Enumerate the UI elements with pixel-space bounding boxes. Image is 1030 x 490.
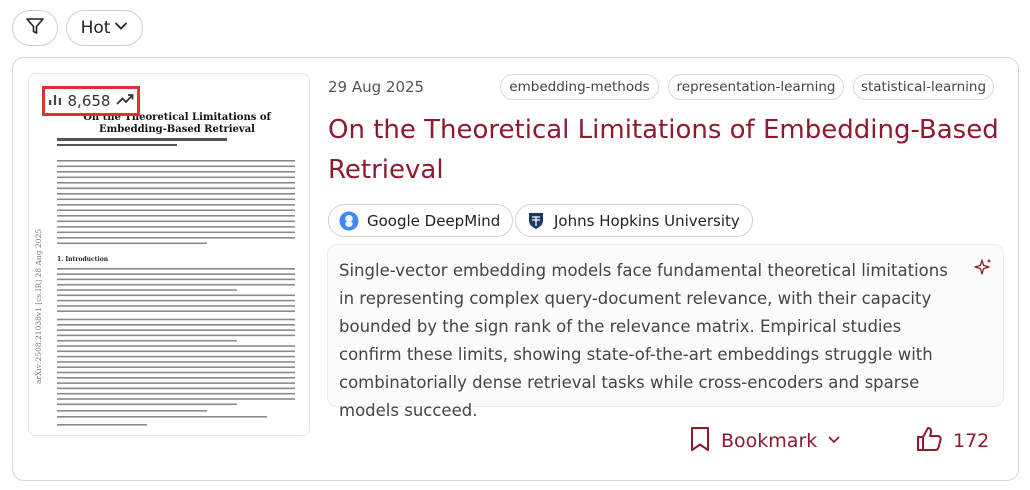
thumb-text-line: [57, 318, 295, 321]
sparkle-icon: [973, 257, 993, 286]
jhu-logo-icon: [526, 211, 546, 231]
thumb-text-line: [57, 198, 295, 201]
org-name: Google DeepMind: [367, 211, 501, 230]
thumb-text-line: [57, 165, 295, 168]
thumb-text-line: [57, 273, 295, 275]
thumb-text-line: [57, 324, 295, 326]
bookmark-button[interactable]: Bookmark: [689, 424, 841, 458]
thumb-text-line: [57, 345, 295, 347]
paper-preview-image: On the Theoretical Limitations of Embedd…: [29, 74, 309, 435]
thumb-text-line: [57, 392, 295, 395]
thumb-text-line: [57, 226, 295, 228]
thumb-text-line: [57, 377, 295, 379]
filter-button[interactable]: [12, 10, 58, 46]
filter-icon: [25, 16, 45, 40]
ai-summary: Single-vector embedding models face fund…: [327, 244, 1004, 420]
thumb-title-2: Embedding-Based Retrieval: [99, 124, 255, 135]
thumb-text-line: [57, 366, 295, 368]
thumb-text-line: [57, 171, 295, 173]
chevron-down-icon: [114, 18, 128, 38]
sort-label: Hot: [80, 18, 111, 38]
thumb-text-line: [57, 424, 147, 426]
thumb-text-line: [57, 268, 295, 270]
thumb-text-line: [57, 187, 295, 190]
thumb-text-line: [57, 204, 295, 206]
thumb-text-line: [57, 237, 295, 239]
thumb-text-line: [57, 283, 295, 286]
thumb-text-line: [57, 209, 295, 212]
publish-date: 29 Aug 2025: [328, 78, 425, 96]
thumb-text-line: [57, 371, 295, 374]
thumb-text-line: [57, 176, 295, 179]
sort-dropdown[interactable]: Hot: [66, 10, 143, 46]
paper-title[interactable]: On the Theoretical Limitations of Embedd…: [328, 110, 1008, 190]
thumb-text-line: [57, 387, 295, 390]
thumb-text-line: [57, 398, 295, 400]
chevron-down-icon: [827, 430, 841, 452]
tag-chip[interactable]: statistical-learning: [853, 74, 994, 100]
summary-text: Single-vector embedding models face fund…: [339, 261, 948, 420]
thumb-text-line: [57, 334, 295, 337]
tag-chip[interactable]: embedding-methods: [500, 74, 659, 100]
thumb-text-line: [57, 278, 295, 281]
org-chip[interactable]: Google DeepMind: [328, 204, 514, 237]
tag-chip[interactable]: representation-learning: [668, 74, 844, 100]
thumb-text-line: [57, 329, 295, 331]
deepmind-logo-icon: [339, 211, 359, 231]
thumb-section: 1. Introduction: [57, 256, 109, 263]
views-count: 8,658: [67, 92, 111, 110]
bookmark-icon: [689, 426, 711, 457]
thumb-text-line: [57, 305, 295, 307]
thumb-text-line: [57, 160, 295, 162]
thumbs-up-icon: [915, 425, 943, 458]
views-badge: 8,658: [42, 86, 140, 116]
thumb-text-line: [57, 410, 207, 412]
thumb-text-line: [57, 416, 267, 418]
thumb-text-line: [57, 220, 295, 223]
like-button[interactable]: 172: [915, 424, 989, 458]
thumb-text-line: [57, 215, 295, 217]
thumb-text-line: [57, 294, 295, 297]
thumb-text-line: [57, 299, 295, 302]
thumb-text-line: [57, 403, 237, 406]
thumb-text-line: [57, 350, 295, 353]
thumb-text-line: [57, 310, 295, 312]
org-chip[interactable]: Johns Hopkins University: [515, 204, 753, 237]
thumb-text-line: [57, 339, 237, 342]
trending-up-icon: [116, 92, 134, 110]
like-count: 172: [953, 430, 990, 452]
thumb-text-line: [57, 182, 295, 184]
org-name: Johns Hopkins University: [554, 211, 740, 230]
paper-card: On the Theoretical Limitations of Embedd…: [12, 57, 1019, 481]
bookmark-label: Bookmark: [721, 430, 818, 452]
thumb-text-line: [57, 289, 237, 291]
bar-chart-icon: [48, 92, 62, 110]
thumb-text-line: [57, 231, 295, 234]
thumb-text-line: [57, 361, 295, 363]
thumb-text-line: [57, 242, 207, 245]
thumb-text-line: [57, 193, 295, 195]
paper-thumbnail[interactable]: On the Theoretical Limitations of Embedd…: [28, 73, 310, 436]
thumb-text-line: [57, 382, 295, 384]
thumb-side-label: arXiv:2508.21038v1 [cs.IR] 28 Aug 2025: [34, 229, 43, 384]
thumb-text-line: [57, 355, 295, 358]
